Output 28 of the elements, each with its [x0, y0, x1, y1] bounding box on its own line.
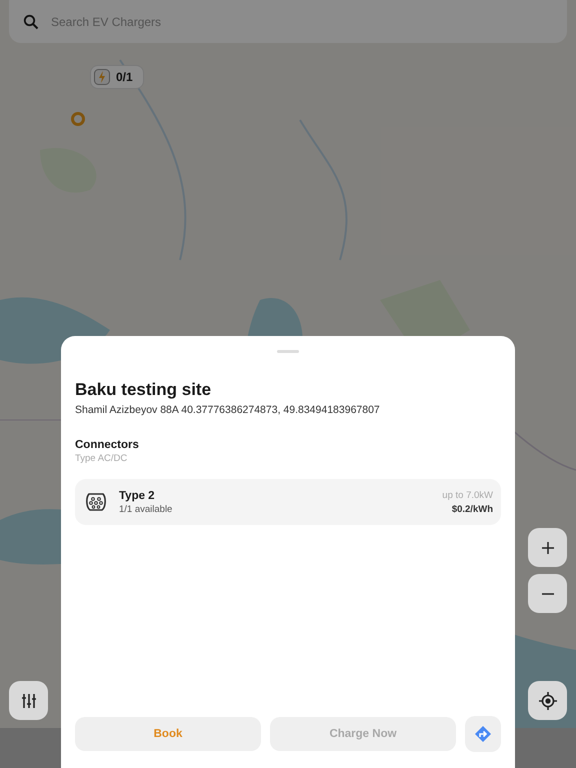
connector-card[interactable]: Type 2 1/1 available up to 7.0kW $0.2/kWh: [75, 479, 501, 525]
connector-name: Type 2: [119, 490, 156, 502]
filter-button[interactable]: [9, 681, 48, 720]
charger-marker[interactable]: 0/1: [91, 66, 143, 88]
connector-price: $0.2/kWh: [450, 504, 493, 514]
sliders-icon: [20, 692, 36, 708]
search-input[interactable]: Search EV Chargers: [49, 14, 553, 30]
directions-icon: [474, 725, 492, 743]
connectors-subtitle: Type AC/DC: [75, 453, 128, 464]
plug-socket-icon: [85, 491, 107, 513]
search-field[interactable]: Search EV Chargers: [9, 0, 567, 43]
plus-icon: [540, 540, 554, 554]
drag-handle[interactable]: [277, 350, 299, 353]
site-address: Shamil Azizbeyov 88A 40.37776386274873, 49.83494183967807: [75, 404, 381, 416]
charger-count: 0/1: [116, 70, 133, 84]
lightning-icon: [94, 69, 110, 85]
location-ring-icon[interactable]: [70, 111, 86, 127]
site-title: Baku testing site: [75, 380, 212, 400]
zoom-in-button[interactable]: [528, 528, 567, 567]
directions-button[interactable]: [465, 716, 501, 752]
connector-availability: 1/1 available: [119, 504, 172, 514]
search-icon: [23, 14, 39, 30]
crosshair-icon: [538, 692, 556, 710]
connector-power: up to 7.0kW: [442, 490, 493, 500]
locate-button[interactable]: [528, 681, 567, 720]
zoom-out-button[interactable]: [528, 574, 567, 613]
connectors-heading: Connectors: [75, 439, 140, 451]
minus-icon: [540, 592, 554, 594]
